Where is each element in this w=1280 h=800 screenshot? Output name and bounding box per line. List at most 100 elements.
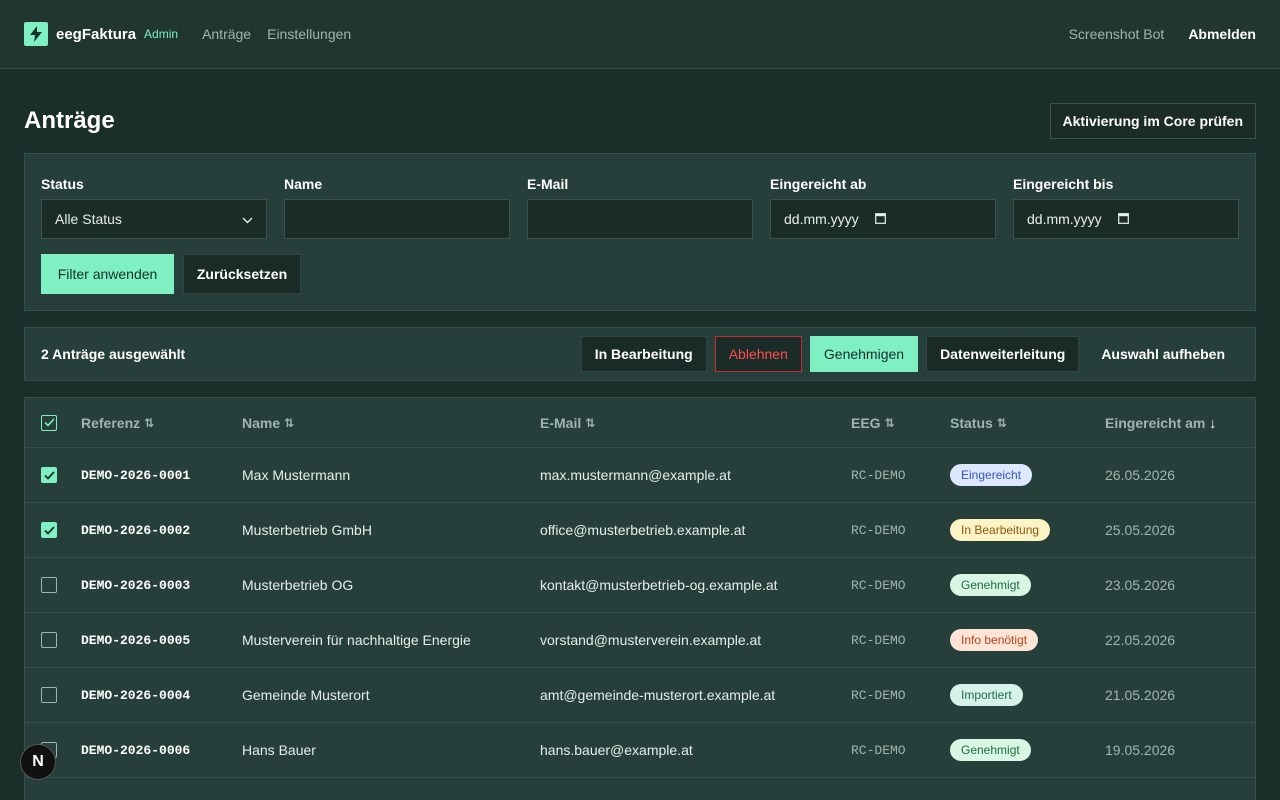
- row-email: max.mustermann@example.at: [540, 467, 731, 483]
- applications-table: Referenz ⇅ Name ⇅ E-Mail ⇅ EEG ⇅ Status ⇅ Ein…: [24, 397, 1256, 800]
- table-row[interactable]: DEMO-2026-0005 Musterverein für nachhalti…: [25, 613, 1255, 668]
- sort-arrows-icon: ⇅: [884, 415, 895, 430]
- row-email: kontakt@musterbetrieb-og.example.at: [540, 577, 778, 593]
- row-checkbox[interactable]: [41, 522, 57, 538]
- logout-button[interactable]: Abmelden: [1188, 26, 1256, 42]
- row-submitted-date: 21.05.2026: [1105, 687, 1176, 703]
- sort-arrows-icon: ⇅: [996, 415, 1007, 430]
- column-header-ref[interactable]: Referenz ⇅: [81, 398, 154, 447]
- row-submitted-date: 22.05.2026: [1105, 632, 1176, 648]
- submitted-to-filter: Eingereicht bis dd.mm.yyyy: [1013, 176, 1239, 239]
- selection-count: 2 Anträge ausgewählt: [41, 346, 186, 362]
- row-select-cell: [41, 448, 57, 502]
- column-header-eeg[interactable]: EEG ⇅: [851, 398, 895, 447]
- row-checkbox[interactable]: [41, 632, 57, 648]
- row-reference[interactable]: DEMO-2026-0001: [81, 448, 190, 502]
- user-name: Screenshot Bot: [1068, 26, 1165, 42]
- row-select-cell: [41, 613, 57, 667]
- nav-link-einstellungen[interactable]: Einstellungen: [267, 26, 351, 42]
- row-name: Hans Bauer: [242, 742, 316, 758]
- check-core-activation-button[interactable]: Aktivierung im Core prüfen: [1049, 103, 1256, 139]
- select-all-checkbox[interactable]: [41, 414, 57, 431]
- sort-arrows-icon: ⇅: [585, 415, 596, 430]
- row-reference[interactable]: DEMO-2026-0004: [81, 668, 190, 722]
- row-reference[interactable]: DEMO-2026-0006: [81, 723, 190, 777]
- reject-button[interactable]: Ablehnen: [714, 336, 802, 372]
- submitted-from-filter: Eingereicht ab dd.mm.yyyy: [770, 176, 996, 239]
- lightning-bolt-icon[interactable]: [24, 22, 48, 46]
- row-checkbox[interactable]: [41, 467, 57, 483]
- name-label: Name: [284, 176, 323, 192]
- data-forwarding-button[interactable]: Datenweiterleitung: [926, 336, 1080, 372]
- row-submitted-date: 26.05.2026: [1105, 467, 1176, 483]
- status-badge: Info benötigt: [950, 629, 1039, 651]
- arrow-down-icon: ↓: [1209, 414, 1217, 431]
- brand-name[interactable]: eegFaktura: [56, 26, 136, 43]
- row-eeg: RC-DEMO: [851, 522, 906, 538]
- row-checkbox[interactable]: [41, 687, 57, 703]
- selection-bar: 2 Anträge ausgewählt In Bearbeitung Able…: [24, 327, 1256, 381]
- submitted-from-input[interactable]: dd.mm.yyyy: [770, 199, 996, 239]
- column-header-status-label: Status: [950, 414, 993, 431]
- table-row[interactable]: DEMO-2026-0001 Max Mustermann max.musterma…: [25, 448, 1255, 503]
- row-select-cell: [41, 558, 57, 612]
- status-badge: In Bearbeitung: [950, 519, 1051, 541]
- approve-button[interactable]: Genehmigen: [809, 336, 919, 372]
- row-reference[interactable]: DEMO-2026-0002: [81, 503, 190, 557]
- table-row[interactable]: DEMO-2026-0006 Hans Bauer hans.bauer@examp…: [25, 723, 1255, 778]
- apply-filter-button[interactable]: Filter anwenden: [41, 254, 174, 294]
- status-badge: Eingereicht: [950, 464, 1033, 486]
- column-header-name-label: Name: [242, 414, 281, 431]
- table-row[interactable]: DEMO-2026-0003 Musterbetrieb OG kontakt@mu…: [25, 558, 1255, 613]
- dev-tools-badge[interactable]: N: [20, 744, 56, 780]
- row-reference[interactable]: DEMO-2026-0005: [81, 613, 190, 667]
- status-badge: Genehmigt: [950, 574, 1031, 596]
- calendar-icon[interactable]: [1117, 211, 1129, 227]
- row-status-cell: Eingereicht: [950, 448, 1033, 502]
- submitted-to-label: Eingereicht bis: [1013, 176, 1114, 192]
- row-status-cell: Info benötigt: [950, 613, 1039, 667]
- column-header-status[interactable]: Status ⇅: [950, 398, 1007, 447]
- column-header-submitted[interactable]: Eingereicht am ↓: [1105, 398, 1216, 447]
- row-email: office@musterbetrieb.example.at: [540, 522, 746, 538]
- row-status-cell: Genehmigt: [950, 723, 1031, 777]
- clear-selection-button[interactable]: Auswahl aufheben: [1087, 336, 1239, 372]
- chevron-down-icon: [242, 211, 253, 227]
- nav-link-antraege[interactable]: Anträge: [202, 26, 251, 42]
- row-name: Musterverein für nachhaltige Energie: [242, 632, 471, 648]
- row-email: hans.bauer@example.at: [540, 742, 693, 758]
- column-header-name[interactable]: Name ⇅: [242, 398, 294, 447]
- row-select-cell: [41, 668, 57, 722]
- row-name: Musterbetrieb GmbH: [242, 522, 372, 538]
- name-input[interactable]: [284, 199, 510, 239]
- email-input[interactable]: [527, 199, 753, 239]
- set-in-progress-button[interactable]: In Bearbeitung: [580, 336, 707, 372]
- column-header-email[interactable]: E-Mail ⇅: [540, 398, 595, 447]
- row-submitted-date: 23.05.2026: [1105, 577, 1176, 593]
- column-header-ref-label: Referenz: [81, 414, 141, 431]
- sort-arrows-icon: ⇅: [144, 415, 155, 430]
- status-select[interactable]: Alle Status: [41, 199, 267, 239]
- submitted-to-input[interactable]: dd.mm.yyyy: [1013, 199, 1239, 239]
- status-badge: Importiert: [950, 684, 1023, 706]
- status-select-value: Alle Status: [55, 211, 122, 227]
- calendar-icon[interactable]: [874, 211, 886, 227]
- page-header: Anträge Aktivierung im Core prüfen: [24, 101, 1256, 141]
- row-submitted-date: 19.05.2026: [1105, 742, 1176, 758]
- row-status-cell: Importiert: [950, 668, 1023, 722]
- row-eeg: RC-DEMO: [851, 577, 906, 593]
- row-submitted-date: 25.05.2026: [1105, 522, 1176, 538]
- row-checkbox[interactable]: [41, 577, 57, 593]
- brand-tag: Admin: [144, 27, 179, 41]
- row-email: amt@gemeinde-musterort.example.at: [540, 687, 776, 703]
- reset-filter-button[interactable]: Zurücksetzen: [183, 254, 301, 294]
- column-header-email-label: E-Mail: [540, 414, 582, 431]
- email-filter: E-Mail: [527, 176, 753, 239]
- row-eeg: RC-DEMO: [851, 742, 906, 758]
- status-badge: Genehmigt: [950, 739, 1031, 761]
- select-all-cell: [41, 398, 57, 447]
- table-row[interactable]: DEMO-2026-0004 Gemeinde Musterort amt@geme…: [25, 668, 1255, 723]
- row-reference[interactable]: DEMO-2026-0003: [81, 558, 190, 612]
- sort-arrows-icon: ⇅: [284, 415, 295, 430]
- table-row[interactable]: DEMO-2026-0002 Musterbetrieb GmbH office@m…: [25, 503, 1255, 558]
